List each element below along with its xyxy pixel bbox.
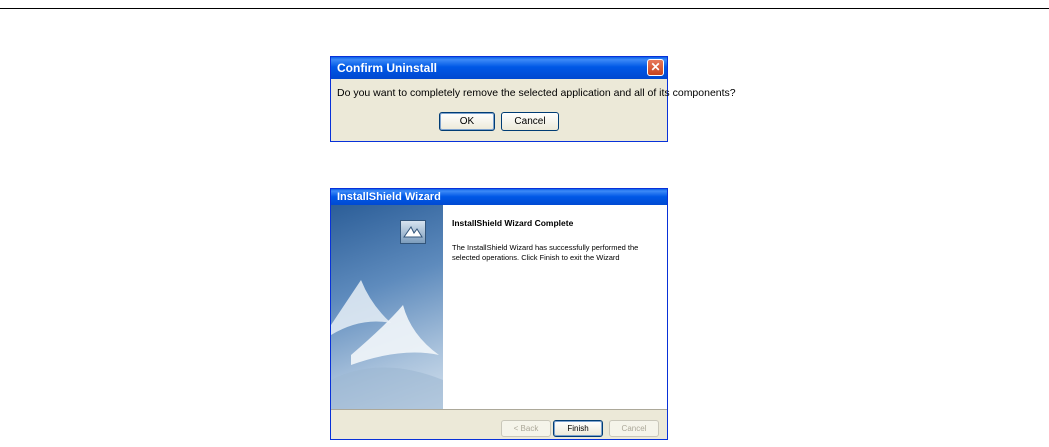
ok-button[interactable]: OK: [439, 112, 495, 131]
wizard-cancel-button[interactable]: Cancel: [609, 420, 659, 437]
cancel-button[interactable]: Cancel: [501, 112, 559, 131]
wizard-title-bar: InstallShield Wizard: [331, 189, 667, 206]
wizard-button-separator: [331, 409, 667, 410]
wizard-title: InstallShield Wizard: [337, 191, 441, 203]
page-top-rule: [0, 8, 1049, 9]
confirm-message: Do you want to completely remove the sel…: [337, 87, 736, 99]
wizard-heading: InstallShield Wizard Complete: [452, 218, 574, 228]
confirm-title-bar: Confirm Uninstall ✕: [331, 57, 667, 79]
finish-button[interactable]: Finish: [553, 420, 603, 437]
installshield-logo-icon: [400, 220, 426, 244]
confirm-title: Confirm Uninstall: [337, 61, 438, 75]
wizard-side-graphic: [331, 205, 443, 409]
installshield-wizard-window: InstallShield Wizard InstallShield Wizar…: [330, 188, 668, 440]
wizard-decorative-graphic: [331, 280, 443, 409]
confirm-uninstall-dialog: Confirm Uninstall ✕ Do you want to compl…: [330, 56, 736, 142]
back-button[interactable]: < Back: [501, 420, 551, 437]
close-icon[interactable]: ✕: [647, 59, 664, 76]
wizard-body-text: The InstallShield Wizard has successfull…: [452, 243, 639, 262]
wizard-content-panel: InstallShield Wizard Complete The Instal…: [443, 205, 667, 409]
